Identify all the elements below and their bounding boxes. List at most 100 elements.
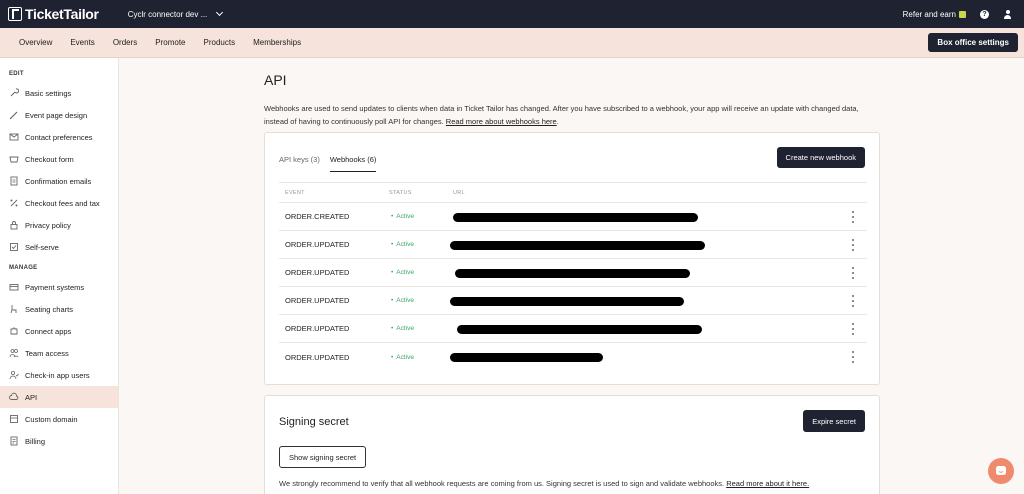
more-options-icon[interactable] — [852, 295, 855, 307]
nav-memberships[interactable]: Memberships — [253, 38, 301, 47]
sidebar-item-event-page-design[interactable]: Event page design — [0, 104, 118, 126]
main-nav: Overview Events Orders Promote Products … — [0, 28, 1024, 58]
box-office-settings-button[interactable]: Box office settings — [928, 33, 1018, 52]
chevron-down-icon — [216, 8, 224, 17]
webhook-url-cell — [453, 203, 867, 231]
sidebar-heading-manage: MANAGE — [9, 265, 38, 271]
main-content: API Webhooks are used to send updates to… — [264, 58, 880, 128]
signing-secret-description: We strongly recommend to verify that all… — [279, 479, 809, 488]
billing-icon — [9, 436, 19, 446]
webhook-event: ORDER.UPDATED — [285, 324, 350, 333]
webhook-event: ORDER.UPDATED — [285, 240, 350, 249]
create-new-webhook-button[interactable]: Create new webhook — [776, 147, 865, 168]
sidebar-item-payment-systems[interactable]: Payment systems — [0, 276, 118, 298]
nav-promote[interactable]: Promote — [155, 38, 185, 47]
more-options-icon[interactable] — [852, 267, 855, 279]
sidebar-item-billing[interactable]: Billing — [0, 430, 118, 452]
sidebar-item-self-serve[interactable]: Self-serve — [0, 236, 118, 258]
show-signing-secret-button[interactable]: Show signing secret — [279, 446, 367, 468]
redacted-url — [450, 353, 603, 362]
webhook-event: ORDER.CREATED — [285, 212, 350, 221]
signing-secret-title: Signing secret — [279, 416, 349, 428]
brand-name: TicketTailor — [25, 6, 99, 22]
sidebar-item-label: Custom domain — [25, 414, 78, 424]
sidebar-item-team-access[interactable]: Team access — [0, 342, 118, 364]
webhook-event: ORDER.UPDATED — [285, 352, 350, 362]
help-icon[interactable]: ? — [980, 9, 989, 19]
sidebar-item-label: Basic settings — [25, 88, 72, 98]
credit-card-icon — [9, 282, 19, 292]
refer-and-earn-link[interactable]: Refer and earn — [903, 10, 966, 19]
signing-secret-docs-link[interactable]: Read more about it here. — [726, 479, 809, 488]
percent-icon — [9, 198, 19, 208]
self-serve-icon — [9, 242, 19, 252]
more-options-icon[interactable] — [852, 211, 855, 223]
status-badge: Active — [389, 213, 453, 220]
more-options-icon[interactable] — [852, 323, 855, 335]
sidebar-item-privacy-policy[interactable]: Privacy policy — [0, 214, 118, 236]
nav-products[interactable]: Products — [204, 38, 236, 47]
webhook-url-cell — [450, 231, 867, 259]
sidebar-item-label: Event page design — [25, 110, 88, 120]
sidebar-item-basic-settings[interactable]: Basic settings — [0, 82, 118, 104]
signing-secret-text: We strongly recommend to verify that all… — [279, 479, 725, 488]
sidebar: EDIT Basic settings Event page design Co… — [0, 58, 119, 494]
table-row: ORDER.UPDATED Active — [279, 287, 867, 315]
chat-icon — [996, 466, 1006, 475]
tab-webhooks[interactable]: Webhooks (6) — [329, 155, 377, 172]
sidebar-item-label: Privacy policy — [25, 220, 71, 230]
more-options-icon[interactable] — [852, 351, 855, 363]
status-badge: Active — [389, 269, 453, 276]
seat-icon — [9, 304, 19, 314]
page-title: API — [264, 72, 287, 88]
sidebar-item-label: Self-serve — [25, 242, 59, 252]
intro-text: Webhooks are used to send updates to cli… — [264, 102, 884, 128]
nav-events[interactable]: Events — [70, 38, 94, 47]
sidebar-item-custom-domain[interactable]: Custom domain — [0, 408, 118, 430]
cloud-icon — [9, 392, 19, 402]
globe-icon — [9, 414, 19, 424]
sidebar-item-label: API — [25, 392, 38, 402]
sidebar-item-checkout-form[interactable]: Checkout form — [0, 148, 118, 170]
user-check-icon — [9, 370, 19, 380]
sidebar-item-confirmation-emails[interactable]: Confirmation emails — [0, 170, 118, 192]
chat-launcher-button[interactable] — [988, 458, 1014, 484]
nav-orders[interactable]: Orders — [113, 38, 137, 47]
redacted-url — [450, 296, 684, 306]
sidebar-item-contact-preferences[interactable]: Contact preferences — [0, 126, 118, 148]
table-row: ORDER.UPDATED Active — [279, 343, 867, 371]
sidebar-item-label: Billing — [25, 436, 46, 446]
sidebar-item-api[interactable]: API — [0, 386, 118, 408]
column-header-status: STATUS — [389, 189, 412, 196]
logo[interactable]: TicketTailor — [8, 6, 99, 22]
more-options-icon[interactable] — [852, 239, 855, 251]
sidebar-item-label: Checkout form — [25, 154, 74, 164]
sidebar-item-label: Confirmation emails — [25, 176, 92, 186]
sidebar-item-checkout-fees[interactable]: Checkout fees and tax — [0, 192, 118, 214]
webhooks-docs-link[interactable]: Read more about webhooks here — [446, 117, 557, 126]
sidebar-item-seating-charts[interactable]: Seating charts — [0, 298, 118, 320]
brush-icon — [9, 110, 19, 120]
checkout-form-icon — [9, 154, 19, 164]
mail-icon — [9, 132, 19, 142]
sidebar-heading-edit: EDIT — [9, 71, 24, 77]
org-selector[interactable]: Cyclr connector dev ... — [128, 8, 224, 19]
signing-secret-card: Signing secret Expire secret Show signin… — [264, 395, 880, 494]
sidebar-item-check-in-app-users[interactable]: Check-in app users — [0, 364, 118, 386]
sidebar-item-connect-apps[interactable]: Connect apps — [0, 320, 118, 342]
expire-secret-button[interactable]: Expire secret — [803, 410, 865, 432]
sidebar-item-label: Connect apps — [25, 326, 72, 336]
redacted-url — [450, 240, 705, 250]
redacted-url — [453, 212, 698, 222]
table-header: EVENT STATUS URL — [279, 182, 867, 203]
user-icon[interactable] — [1003, 9, 1012, 19]
nav-overview[interactable]: Overview — [19, 38, 52, 47]
tab-api-keys[interactable]: API keys (3) — [279, 155, 320, 172]
status-badge: Active — [389, 241, 453, 248]
api-tabs: API keys (3) Webhooks (6) — [279, 155, 377, 172]
webhooks-card: API keys (3) Webhooks (6) Create new web… — [264, 132, 880, 385]
sidebar-item-label: Payment systems — [25, 282, 85, 292]
column-header-url: URL — [453, 189, 465, 196]
webhook-url-cell — [453, 315, 867, 343]
status-badge: Active — [389, 297, 453, 304]
